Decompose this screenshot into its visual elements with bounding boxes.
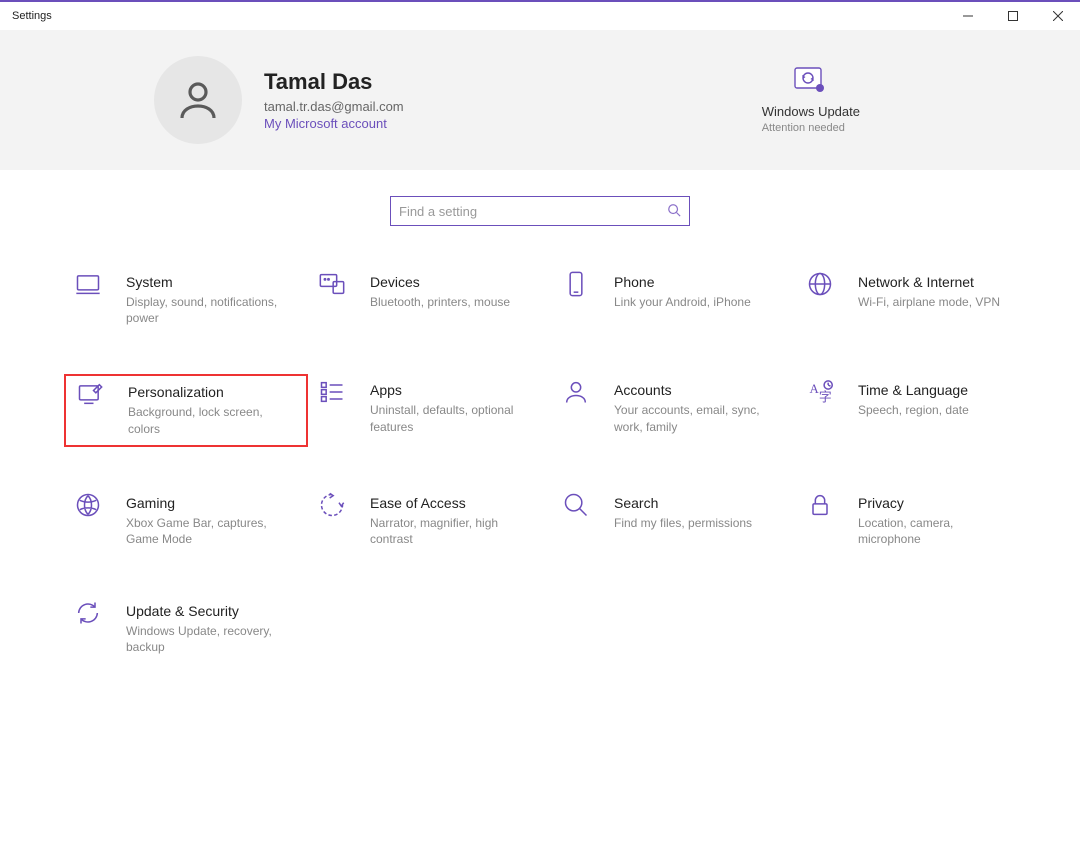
accounts-icon bbox=[562, 378, 594, 409]
tile-time-language[interactable]: A字 Time & Language Speech, region, date bbox=[796, 374, 1040, 446]
tile-phone[interactable]: Phone Link your Android, iPhone bbox=[552, 266, 796, 334]
tile-apps[interactable]: Apps Uninstall, defaults, optional featu… bbox=[308, 374, 552, 446]
tile-title: Network & Internet bbox=[858, 274, 1000, 290]
tile-title: Time & Language bbox=[858, 382, 969, 398]
tile-subtitle: Your accounts, email, sync, work, family bbox=[614, 402, 774, 434]
titlebar: Settings bbox=[0, 0, 1080, 30]
search-icon bbox=[667, 203, 681, 220]
tile-subtitle: Link your Android, iPhone bbox=[614, 294, 751, 310]
apps-icon bbox=[318, 378, 350, 409]
tile-subtitle: Narrator, magnifier, high contrast bbox=[370, 515, 530, 547]
search-tile-icon bbox=[562, 491, 594, 522]
windows-update-icon bbox=[762, 66, 860, 96]
tile-subtitle: Location, camera, microphone bbox=[858, 515, 1018, 547]
tile-subtitle: Xbox Game Bar, captures, Game Mode bbox=[126, 515, 286, 547]
globe-icon bbox=[806, 270, 838, 301]
tile-title: Update & Security bbox=[126, 603, 286, 619]
settings-grid: System Display, sound, notifications, po… bbox=[0, 266, 1080, 664]
tile-ease-of-access[interactable]: Ease of Access Narrator, magnifier, high… bbox=[308, 487, 552, 555]
tile-subtitle: Find my files, permissions bbox=[614, 515, 752, 531]
tile-subtitle: Bluetooth, printers, mouse bbox=[370, 294, 510, 310]
update-subtitle: Attention needed bbox=[762, 122, 860, 134]
tile-title: Devices bbox=[370, 274, 510, 290]
system-icon bbox=[74, 270, 106, 301]
tile-search[interactable]: Search Find my files, permissions bbox=[552, 487, 796, 555]
tile-update-security[interactable]: Update & Security Windows Update, recove… bbox=[64, 595, 308, 663]
devices-icon bbox=[318, 270, 350, 301]
account-name: Tamal Das bbox=[264, 69, 404, 95]
tile-subtitle: Speech, region, date bbox=[858, 402, 969, 418]
tile-subtitle: Windows Update, recovery, backup bbox=[126, 623, 286, 655]
tile-title: Ease of Access bbox=[370, 495, 530, 511]
search-input[interactable] bbox=[399, 204, 667, 219]
window-controls bbox=[945, 2, 1080, 30]
search-box[interactable] bbox=[390, 196, 690, 226]
tile-title: Search bbox=[614, 495, 752, 511]
window-title: Settings bbox=[12, 10, 52, 22]
search-wrap bbox=[0, 196, 1080, 226]
account-block[interactable]: Tamal Das tamal.tr.das@gmail.com My Micr… bbox=[58, 56, 762, 144]
close-button[interactable] bbox=[1035, 2, 1080, 30]
maximize-icon bbox=[1008, 11, 1018, 21]
svg-text:字: 字 bbox=[819, 390, 832, 405]
tile-title: Gaming bbox=[126, 495, 286, 511]
tile-subtitle: Background, lock screen, colors bbox=[128, 404, 288, 436]
phone-icon bbox=[562, 270, 594, 301]
tile-title: Phone bbox=[614, 274, 751, 290]
tile-subtitle: Display, sound, notifications, power bbox=[126, 294, 286, 326]
tile-privacy[interactable]: Privacy Location, camera, microphone bbox=[796, 487, 1040, 555]
account-text: Tamal Das tamal.tr.das@gmail.com My Micr… bbox=[264, 69, 404, 131]
tile-accounts[interactable]: Accounts Your accounts, email, sync, wor… bbox=[552, 374, 796, 446]
header: Tamal Das tamal.tr.das@gmail.com My Micr… bbox=[0, 30, 1080, 170]
tile-network[interactable]: Network & Internet Wi-Fi, airplane mode,… bbox=[796, 266, 1040, 334]
tile-system[interactable]: System Display, sound, notifications, po… bbox=[64, 266, 308, 334]
tile-subtitle: Wi-Fi, airplane mode, VPN bbox=[858, 294, 1000, 310]
tile-title: System bbox=[126, 274, 286, 290]
avatar bbox=[154, 56, 242, 144]
tile-gaming[interactable]: Gaming Xbox Game Bar, captures, Game Mod… bbox=[64, 487, 308, 555]
tile-subtitle: Uninstall, defaults, optional features bbox=[370, 402, 530, 434]
minimize-button[interactable] bbox=[945, 2, 990, 30]
tile-title: Apps bbox=[370, 382, 530, 398]
tile-title: Privacy bbox=[858, 495, 1018, 511]
tile-title: Personalization bbox=[128, 384, 288, 400]
maximize-button[interactable] bbox=[990, 2, 1035, 30]
ms-account-link[interactable]: My Microsoft account bbox=[264, 116, 404, 131]
tile-devices[interactable]: Devices Bluetooth, printers, mouse bbox=[308, 266, 552, 334]
tile-title: Accounts bbox=[614, 382, 774, 398]
windows-update-block[interactable]: Windows Update Attention needed bbox=[762, 66, 1022, 134]
personalization-icon bbox=[76, 380, 108, 411]
update-title: Windows Update bbox=[762, 104, 860, 119]
ease-of-access-icon bbox=[318, 491, 350, 522]
tile-personalization[interactable]: Personalization Background, lock screen,… bbox=[64, 374, 308, 446]
update-security-icon bbox=[74, 599, 106, 630]
time-language-icon: A字 bbox=[806, 378, 838, 409]
user-icon bbox=[174, 76, 222, 124]
lock-icon bbox=[806, 491, 838, 522]
account-email: tamal.tr.das@gmail.com bbox=[264, 99, 404, 114]
minimize-icon bbox=[963, 11, 973, 21]
close-icon bbox=[1053, 11, 1063, 21]
gaming-icon bbox=[74, 491, 106, 522]
